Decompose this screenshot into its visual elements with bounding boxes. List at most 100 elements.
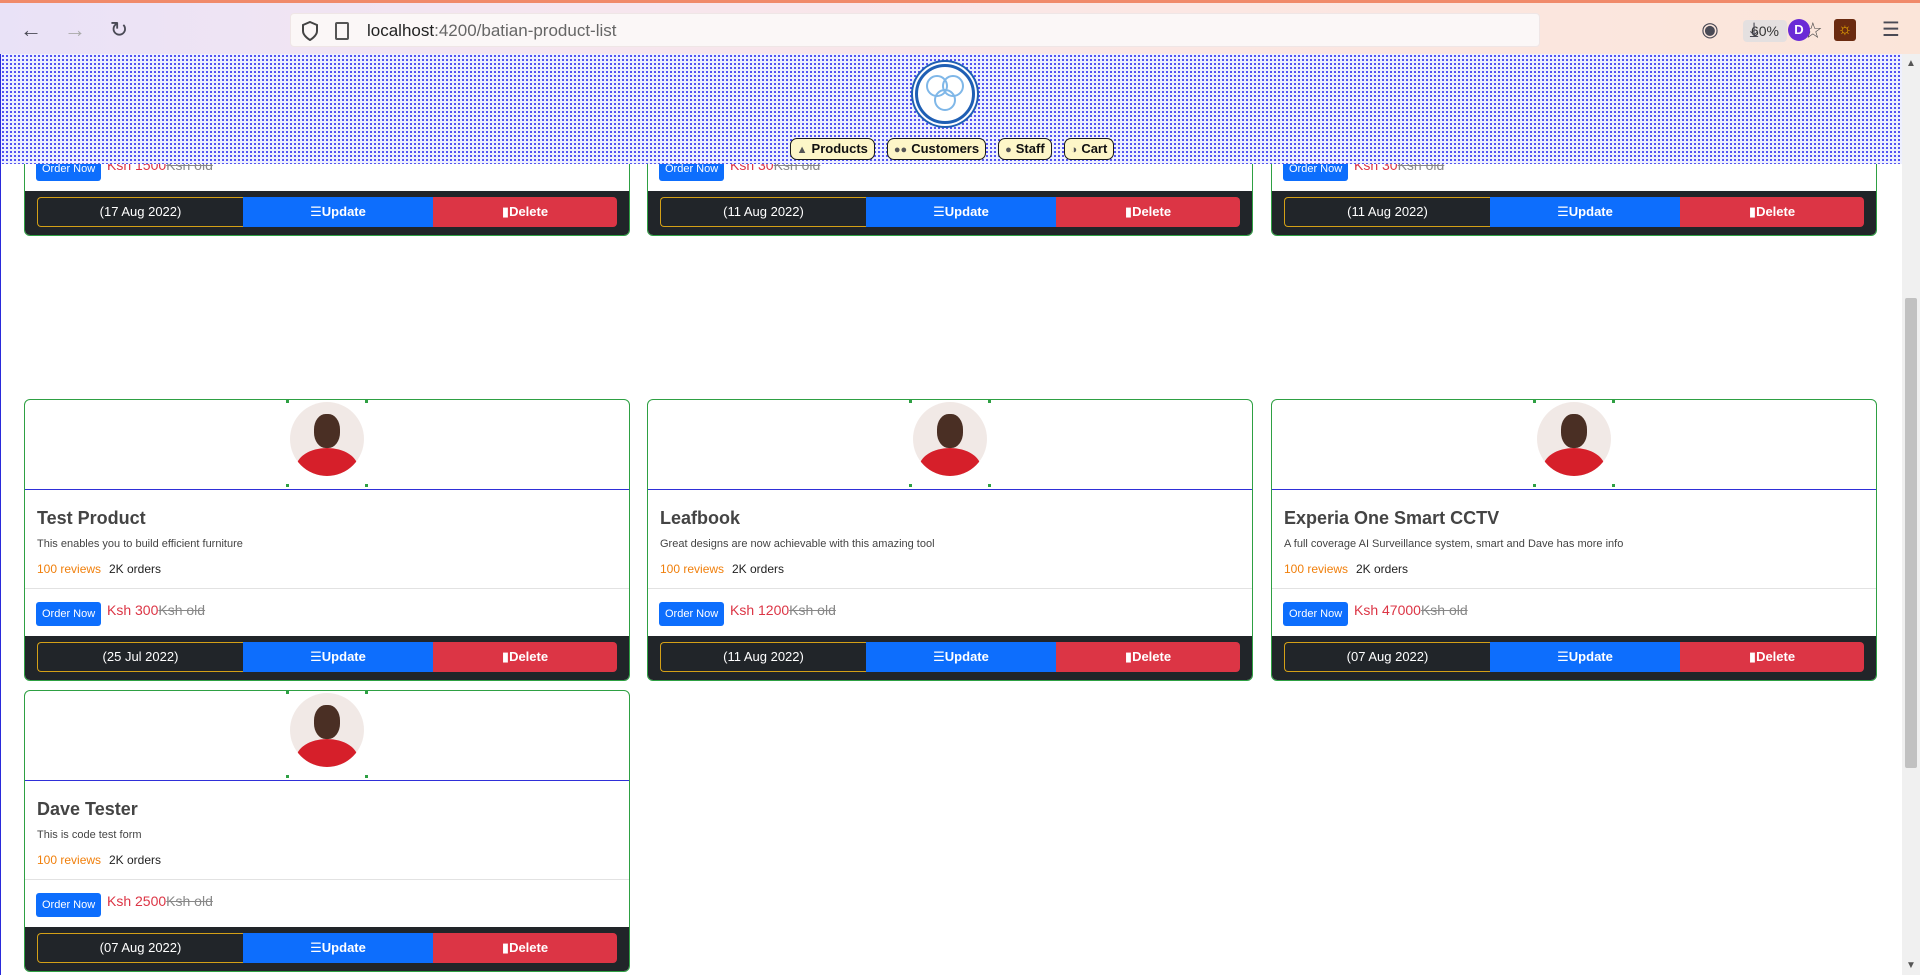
list-icon: ☰	[933, 204, 945, 219]
product-image-area	[648, 400, 1252, 490]
product-description: This enables you to build efficient furn…	[37, 538, 243, 550]
list-icon: ☰	[1557, 204, 1569, 219]
browser-toolbar: ← → ↻ localhost:4200/batian-product-list…	[0, 0, 1920, 54]
orders-count: 2K orders	[732, 562, 785, 576]
card-footer: (11 Aug 2022) ☰Update ▮Delete	[1272, 191, 1876, 235]
order-now-button[interactable]: Order Now	[36, 893, 102, 917]
reload-icon[interactable]: ↻	[106, 17, 132, 43]
nav-products[interactable]: ▲ Products	[789, 138, 875, 160]
old-price: Ksh old	[1420, 602, 1468, 618]
list-icon: ☰	[310, 940, 322, 955]
product-title: Test Product	[37, 508, 146, 528]
card-footer: (25 Jul 2022) ☰Update ▮Delete	[25, 636, 629, 680]
order-now-button[interactable]: Order Now	[36, 602, 102, 626]
reviews-link[interactable]: 100 reviews	[37, 562, 101, 576]
list-icon: ☰	[310, 204, 322, 219]
product-date: (07 Aug 2022)	[1284, 642, 1490, 672]
page-icon	[335, 22, 349, 40]
old-price: Ksh old	[158, 602, 206, 618]
site-logo[interactable]	[915, 64, 975, 124]
product-price: Ksh 1200Ksh old	[730, 602, 836, 618]
update-button[interactable]: ☰Update	[243, 197, 433, 227]
product-image-area	[25, 691, 629, 781]
card-footer: (11 Aug 2022) ☰Update ▮Delete	[648, 636, 1252, 680]
product-date: (25 Jul 2022)	[37, 642, 243, 672]
update-button[interactable]: ☰Update	[1490, 197, 1680, 227]
card-footer: (11 Aug 2022) ☰Update ▮Delete	[648, 191, 1252, 235]
update-button[interactable]: ☰Update	[243, 933, 433, 963]
nav-staff[interactable]: ● Staff	[998, 138, 1052, 160]
delete-button[interactable]: ▮Delete	[433, 642, 617, 672]
delete-button[interactable]: ▮Delete	[1680, 197, 1864, 227]
vertical-scrollbar[interactable]: ▲ ▼	[1902, 54, 1920, 975]
scroll-up-icon[interactable]: ▲	[1906, 58, 1916, 69]
delete-button[interactable]: ▮Delete	[433, 933, 617, 963]
product-date: (17 Aug 2022)	[37, 197, 243, 227]
product-title: Experia One Smart CCTV	[1284, 508, 1500, 528]
order-now-button[interactable]: Order Now	[1283, 602, 1349, 626]
main-nav: ▲ Products ●● Customers ● Staff ◑ Cart	[1, 138, 1902, 160]
delete-button[interactable]: ▮Delete	[433, 197, 617, 227]
product-photo	[913, 402, 987, 476]
extension-icon[interactable]: ☼	[1834, 19, 1856, 41]
old-price: Ksh old	[166, 893, 213, 909]
reviews-link[interactable]: 100 reviews	[1284, 562, 1348, 576]
group-icon: ●●	[893, 144, 908, 156]
trash-icon: ▮	[501, 204, 510, 219]
product-card: Test Product This enables you to build ef…	[24, 399, 630, 681]
download-icon[interactable]: ⤓	[1741, 17, 1767, 43]
basket-icon: ◑	[1070, 144, 1078, 156]
reviews-link[interactable]: 100 reviews	[37, 853, 101, 867]
product-description: A full coverage AI Surveillance system, …	[1284, 538, 1624, 550]
update-button[interactable]: ☰Update	[866, 197, 1056, 227]
scrollbar-thumb[interactable]	[1905, 298, 1917, 768]
shield-icon[interactable]	[301, 21, 319, 41]
reviews-link[interactable]: 100 reviews	[660, 562, 724, 576]
account-avatar[interactable]: D	[1788, 19, 1810, 41]
menu-icon[interactable]: ☰	[1878, 17, 1904, 43]
old-price: Ksh old	[789, 602, 836, 618]
list-icon: ☰	[1557, 649, 1569, 664]
trash-icon: ▮	[1748, 204, 1757, 219]
product-description: Great designs are now achievable with th…	[660, 538, 935, 550]
nav-cart[interactable]: ◑ Cart	[1063, 138, 1115, 160]
product-card: Leafbook Great designs are now achievable…	[647, 399, 1253, 681]
update-button[interactable]: ☰Update	[243, 642, 433, 672]
product-card: Experia One Smart CCTV A full coverage AI…	[1271, 399, 1877, 681]
card-footer: (07 Aug 2022) ☰Update ▮Delete	[1272, 636, 1876, 680]
product-title: Dave Tester	[37, 799, 138, 819]
trash-icon: ▮	[1124, 649, 1133, 664]
product-photo	[290, 402, 364, 476]
person-icon: ●	[1005, 144, 1012, 156]
product-date: (07 Aug 2022)	[37, 933, 243, 963]
url-text[interactable]: localhost:4200/batian-product-list	[367, 21, 617, 41]
product-photo	[1537, 402, 1611, 476]
update-button[interactable]: ☰Update	[1490, 642, 1680, 672]
trash-icon: ▮	[1748, 649, 1757, 664]
back-arrow-icon[interactable]: ←	[18, 17, 44, 43]
people-icon: ▲	[796, 144, 808, 156]
product-title: Leafbook	[660, 508, 741, 528]
update-button[interactable]: ☰Update	[866, 642, 1056, 672]
product-image-area	[25, 400, 629, 490]
nav-customers[interactable]: ●● Customers	[886, 138, 987, 160]
delete-button[interactable]: ▮Delete	[1056, 197, 1240, 227]
page-viewport: ▲Products●●Customers●Staff◑Cart Dotty Va…	[0, 54, 1902, 975]
pocket-icon[interactable]: ◉	[1697, 17, 1723, 43]
order-now-button[interactable]: Order Now	[659, 602, 725, 626]
card-footer: (07 Aug 2022) ☰Update ▮Delete	[25, 927, 629, 971]
product-date: (11 Aug 2022)	[660, 197, 866, 227]
product-date: (11 Aug 2022)	[660, 642, 866, 672]
forward-arrow-icon[interactable]: →	[62, 17, 88, 43]
product-photo	[290, 693, 364, 767]
orders-count: 2K orders	[1356, 562, 1409, 576]
delete-button[interactable]: ▮Delete	[1056, 642, 1240, 672]
address-bar[interactable]: localhost:4200/batian-product-list 60% ☆	[290, 13, 1823, 47]
product-price: Ksh 300Ksh old	[107, 602, 206, 618]
trash-icon: ▮	[501, 940, 510, 955]
orders-count: 2K orders	[109, 853, 162, 867]
card-footer: (17 Aug 2022) ☰Update ▮Delete	[25, 191, 629, 235]
product-price: Ksh 47000Ksh old	[1354, 602, 1468, 618]
delete-button[interactable]: ▮Delete	[1680, 642, 1864, 672]
scroll-down-icon[interactable]: ▼	[1906, 960, 1916, 971]
